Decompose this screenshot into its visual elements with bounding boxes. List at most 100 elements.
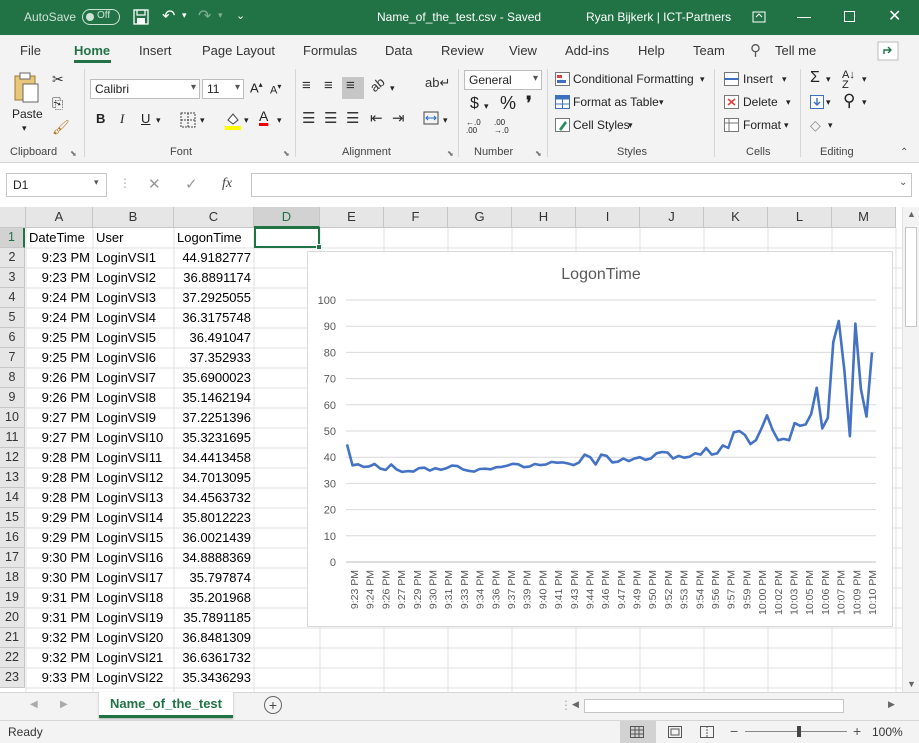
cell-a12[interactable]: 9:28 PM	[29, 448, 90, 468]
format-as-table-dropdown-icon[interactable]: ▾	[659, 97, 664, 108]
cell-c12[interactable]: 34.4413458	[177, 448, 251, 468]
cell-b1[interactable]: User	[96, 228, 171, 248]
cell-c10[interactable]: 37.2251396	[177, 408, 251, 428]
page-break-view-icon[interactable]	[700, 726, 714, 738]
row-header-13[interactable]: 13	[0, 468, 25, 488]
cell-c7[interactable]: 37.352933	[177, 348, 251, 368]
delete-cells-icon[interactable]	[724, 95, 739, 109]
cell-a8[interactable]: 9:26 PM	[29, 368, 90, 388]
cell-a18[interactable]: 9:30 PM	[29, 568, 90, 588]
maximize-icon[interactable]	[844, 11, 855, 22]
cell-a9[interactable]: 9:26 PM	[29, 388, 90, 408]
column-header-i[interactable]: I	[576, 207, 640, 228]
column-header-k[interactable]: K	[704, 207, 768, 228]
column-header-d[interactable]: D	[254, 207, 320, 228]
comma-icon[interactable]: ❜	[526, 93, 532, 114]
cell-c16[interactable]: 36.0021439	[177, 528, 251, 548]
format-as-table-icon[interactable]	[555, 95, 570, 109]
normal-view-icon[interactable]	[630, 726, 644, 738]
cell-c1[interactable]: LogonTime	[177, 228, 251, 248]
merge-center-icon[interactable]	[423, 111, 439, 125]
cell-c17[interactable]: 34.8888369	[177, 548, 251, 568]
cell-b3[interactable]: LoginVSI2	[96, 268, 171, 288]
undo-icon[interactable]: ↶	[162, 6, 175, 26]
cell-a19[interactable]: 9:31 PM	[29, 588, 90, 608]
name-box[interactable]: D1	[6, 173, 107, 197]
cell-styles-icon[interactable]	[555, 118, 570, 132]
underline-dropdown-icon[interactable]: ▾	[156, 115, 161, 126]
insert-cells-button[interactable]: Insert	[743, 72, 773, 86]
row-header-7[interactable]: 7	[0, 348, 25, 368]
vertical-scroll-thumb[interactable]	[905, 227, 917, 327]
row-header-19[interactable]: 19	[0, 588, 25, 608]
cell-c9[interactable]: 35.1462194	[177, 388, 251, 408]
share-icon[interactable]	[877, 41, 899, 61]
active-cell-d1[interactable]	[254, 227, 320, 248]
column-header-m[interactable]: M	[832, 207, 896, 228]
zoom-in-icon[interactable]: +	[853, 723, 861, 739]
font-launcher-icon[interactable]: ⬊	[283, 149, 290, 158]
insert-dropdown-icon[interactable]: ▾	[782, 74, 787, 85]
column-header-f[interactable]: F	[384, 207, 448, 228]
insert-cells-icon[interactable]	[724, 72, 739, 86]
italic-button[interactable]: I	[120, 111, 124, 127]
chart-logontime[interactable]: LogonTime 0 10 20 30 40 50 60 70 80 90 100 9:23 PM 9…	[307, 251, 893, 627]
cell-a17[interactable]: 9:30 PM	[29, 548, 90, 568]
cell-a16[interactable]: 9:29 PM	[29, 528, 90, 548]
bold-button[interactable]: B	[96, 111, 105, 126]
clear-dropdown-icon[interactable]: ▾	[828, 120, 833, 131]
decrease-decimal-icon[interactable]: .00 →.0	[494, 119, 509, 135]
cell-b12[interactable]: LoginVSI11	[96, 448, 171, 468]
number-launcher-icon[interactable]: ⬊	[535, 149, 542, 158]
tab-help[interactable]: Help	[638, 43, 665, 58]
column-header-g[interactable]: G	[448, 207, 512, 228]
undo-dropdown-icon[interactable]: ▾	[182, 10, 187, 21]
cell-c13[interactable]: 34.7013095	[177, 468, 251, 488]
insert-function-icon[interactable]: fx	[222, 176, 232, 192]
paste-label[interactable]: Paste	[12, 107, 43, 121]
cell-c2[interactable]: 44.9182777	[177, 248, 251, 268]
bottom-align-icon[interactable]: ≡	[346, 77, 355, 94]
middle-align-icon[interactable]: ≡	[324, 77, 333, 94]
find-select-icon[interactable]: ⚲	[843, 91, 855, 111]
enter-icon[interactable]: ✓	[185, 175, 198, 193]
tab-review[interactable]: Review	[441, 43, 484, 58]
tab-file[interactable]: File	[20, 43, 41, 58]
orientation-icon[interactable]: ab	[367, 74, 388, 95]
tab-insert[interactable]: Insert	[139, 43, 172, 58]
borders-icon[interactable]	[180, 112, 196, 128]
sort-filter-icon[interactable]: A↓ Z	[842, 70, 855, 91]
format-dropdown-icon[interactable]: ▾	[784, 120, 789, 131]
cell-b16[interactable]: LoginVSI15	[96, 528, 171, 548]
cell-c4[interactable]: 37.2925055	[177, 288, 251, 308]
row-header-12[interactable]: 12	[0, 448, 25, 468]
column-header-j[interactable]: J	[640, 207, 704, 228]
cell-a1[interactable]: DateTime	[29, 228, 90, 248]
row-header-8[interactable]: 8	[0, 368, 25, 388]
cell-b5[interactable]: LoginVSI4	[96, 308, 171, 328]
minimize-icon[interactable]: —	[797, 8, 811, 24]
row-header-23[interactable]: 23	[0, 668, 25, 688]
cell-c19[interactable]: 35.201968	[177, 588, 251, 608]
tab-add-ins[interactable]: Add-ins	[565, 43, 609, 58]
accounting-dropdown-icon[interactable]: ▾	[484, 101, 489, 112]
format-cells-icon[interactable]	[724, 118, 739, 132]
cell-b7[interactable]: LoginVSI6	[96, 348, 171, 368]
cell-a13[interactable]: 9:28 PM	[29, 468, 90, 488]
row-header-18[interactable]: 18	[0, 568, 25, 588]
column-header-b[interactable]: B	[93, 207, 174, 228]
cell-a21[interactable]: 9:32 PM	[29, 628, 90, 648]
column-header-a[interactable]: A	[26, 207, 93, 228]
autosum-icon[interactable]: Σ	[810, 69, 820, 87]
cell-c21[interactable]: 36.8481309	[177, 628, 251, 648]
vertical-scrollbar[interactable]: ▲ ▼	[902, 207, 919, 692]
alignment-launcher-icon[interactable]: ⬊	[447, 149, 454, 158]
cancel-icon[interactable]: ✕	[148, 175, 161, 193]
cell-c14[interactable]: 34.4563732	[177, 488, 251, 508]
cell-b15[interactable]: LoginVSI14	[96, 508, 171, 528]
underline-button[interactable]: U	[141, 111, 150, 126]
scroll-left-icon[interactable]: ◀	[572, 699, 579, 710]
cell-a22[interactable]: 9:32 PM	[29, 648, 90, 668]
cell-b6[interactable]: LoginVSI5	[96, 328, 171, 348]
decrease-indent-icon[interactable]: ⇤	[370, 109, 383, 127]
